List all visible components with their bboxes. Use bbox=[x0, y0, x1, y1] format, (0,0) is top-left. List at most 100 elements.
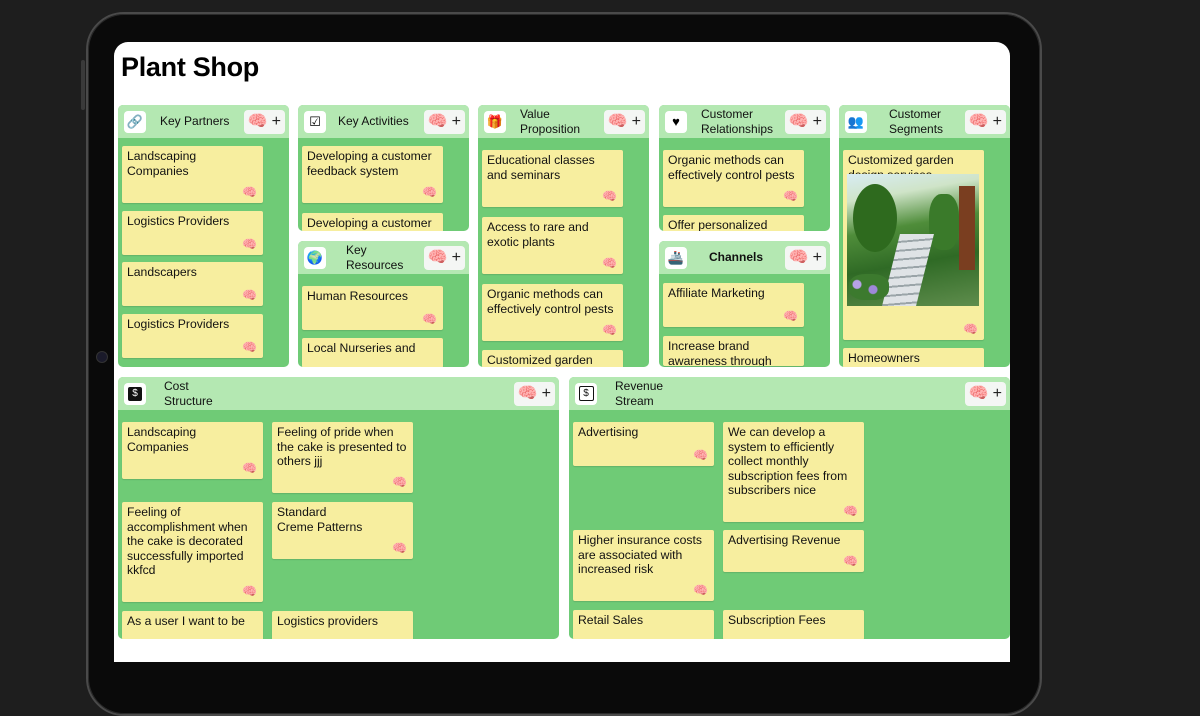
plus-icon[interactable]: + bbox=[452, 248, 461, 268]
camera-dot bbox=[96, 351, 108, 363]
gift-icon: 🎁 bbox=[484, 110, 506, 133]
block-key-resources: 🌍 Key Resources 🧠 + Human Resources 🧠 Loc… bbox=[298, 241, 469, 367]
block-header: 🎁 Value Proposition 🧠 + bbox=[478, 105, 649, 138]
plus-icon[interactable]: + bbox=[542, 384, 551, 404]
card[interactable]: Logistics Providers 🧠 bbox=[122, 211, 263, 255]
card[interactable]: We can develop a system to efficiently c… bbox=[723, 422, 864, 522]
brain-icon[interactable]: 🧠 bbox=[428, 248, 448, 268]
dollar-icon: $ bbox=[575, 382, 597, 405]
card[interactable]: Homeowners bbox=[843, 348, 984, 367]
brain-icon[interactable]: 🧠 bbox=[969, 384, 989, 404]
card[interactable]: Developing a customer bbox=[302, 213, 443, 231]
ship-icon: 🚢 bbox=[665, 246, 687, 269]
brain-icon[interactable]: 🧠 bbox=[843, 504, 858, 519]
block-tools: 🧠 + bbox=[784, 245, 826, 270]
block-title: Key Partners bbox=[160, 114, 230, 128]
heart-icon: ♥ bbox=[665, 110, 687, 133]
plus-icon[interactable]: + bbox=[272, 112, 281, 132]
brain-icon[interactable]: 🧠 bbox=[602, 256, 617, 271]
card[interactable]: Offer personalized bbox=[663, 215, 804, 231]
card[interactable]: Organic methods can effectively control … bbox=[482, 284, 623, 341]
block-header: $ Cost Structure 🧠 + bbox=[118, 377, 559, 410]
block-header: $ Revenue Stream 🧠 + bbox=[569, 377, 1010, 410]
card[interactable]: Increase brand awareness through bbox=[663, 336, 804, 366]
card[interactable]: Advertising 🧠 bbox=[573, 422, 714, 466]
block-tools: 🧠 + bbox=[784, 109, 826, 134]
card[interactable]: Landscaping Companies 🧠 bbox=[122, 146, 263, 203]
plus-icon[interactable]: + bbox=[452, 112, 461, 132]
card[interactable]: Educational classes and seminars 🧠 bbox=[482, 150, 623, 207]
card[interactable]: Feeling of pride when the cake is presen… bbox=[272, 422, 413, 493]
card[interactable]: Retail Sales bbox=[573, 610, 714, 639]
brain-icon[interactable]: 🧠 bbox=[783, 309, 798, 324]
people-icon: 👥 bbox=[845, 110, 867, 133]
brain-icon[interactable]: 🧠 bbox=[518, 384, 538, 404]
brain-icon[interactable]: 🧠 bbox=[392, 541, 407, 556]
card[interactable]: Customized garden design services 🧠 bbox=[843, 150, 984, 340]
brain-icon[interactable]: 🧠 bbox=[783, 189, 798, 204]
brain-icon[interactable]: 🧠 bbox=[248, 112, 268, 132]
brain-icon[interactable]: 🧠 bbox=[963, 322, 978, 337]
block-title: Value Proposition bbox=[520, 106, 581, 136]
card[interactable]: Landscaping Companies 🧠 bbox=[122, 422, 263, 479]
block-header: ☑ Key Activities 🧠 + bbox=[298, 105, 469, 138]
block-title: Revenue Stream bbox=[615, 378, 664, 408]
block-tools: 🧠 + bbox=[243, 109, 285, 134]
plus-icon[interactable]: + bbox=[813, 248, 822, 268]
card[interactable]: Customized garden bbox=[482, 350, 623, 367]
block-customer-relationships: ♥ Customer Relationships 🧠 + Organic met… bbox=[659, 105, 830, 231]
brain-icon[interactable]: 🧠 bbox=[693, 583, 708, 598]
card[interactable]: Local Nurseries and bbox=[302, 338, 443, 367]
card[interactable]: Higher insurance costs are associated wi… bbox=[573, 530, 714, 601]
card[interactable]: Advertising Revenue 🧠 bbox=[723, 530, 864, 572]
card[interactable]: Human Resources 🧠 bbox=[302, 286, 443, 330]
plus-icon[interactable]: + bbox=[813, 112, 822, 132]
dollar-icon: $ bbox=[124, 382, 146, 405]
plus-icon[interactable]: + bbox=[632, 112, 641, 132]
brain-icon[interactable]: 🧠 bbox=[242, 340, 257, 355]
brain-icon[interactable]: 🧠 bbox=[602, 323, 617, 338]
brain-icon[interactable]: 🧠 bbox=[602, 189, 617, 204]
brain-icon[interactable]: 🧠 bbox=[392, 475, 407, 490]
block-tools: 🧠 + bbox=[964, 109, 1006, 134]
checkbox-icon: ☑ bbox=[304, 110, 326, 133]
card[interactable]: Landscapers 🧠 bbox=[122, 262, 263, 306]
card[interactable]: Feeling of accomplishment when the cake … bbox=[122, 502, 263, 602]
brain-icon[interactable]: 🧠 bbox=[242, 461, 257, 476]
brain-icon[interactable]: 🧠 bbox=[789, 248, 809, 268]
block-key-activities: ☑ Key Activities 🧠 + Developing a custom… bbox=[298, 105, 469, 231]
card[interactable]: Logistics providers bbox=[272, 611, 413, 639]
card[interactable]: Affiliate Marketing 🧠 bbox=[663, 283, 804, 327]
block-header: ♥ Customer Relationships 🧠 + bbox=[659, 105, 830, 138]
block-title: Cost Structure bbox=[164, 378, 213, 408]
brain-icon[interactable]: 🧠 bbox=[693, 448, 708, 463]
block-tools: 🧠 + bbox=[603, 109, 645, 134]
brain-icon[interactable]: 🧠 bbox=[242, 584, 257, 599]
brain-icon[interactable]: 🧠 bbox=[422, 185, 437, 200]
block-tools: 🧠 + bbox=[964, 381, 1006, 406]
brain-icon[interactable]: 🧠 bbox=[789, 112, 809, 132]
brain-icon[interactable]: 🧠 bbox=[422, 312, 437, 327]
page-title: Plant Shop bbox=[121, 52, 259, 82]
brain-icon[interactable]: 🧠 bbox=[969, 112, 989, 132]
brain-icon[interactable]: 🧠 bbox=[242, 185, 257, 200]
block-revenue-stream: $ Revenue Stream 🧠 + Advertising 🧠 We can… bbox=[569, 377, 1010, 639]
block-key-partners: 🔗 Key Partners 🧠 + Landscaping Companies… bbox=[118, 105, 289, 367]
plus-icon[interactable]: + bbox=[993, 112, 1002, 132]
card[interactable]: Access to rare and exotic plants 🧠 bbox=[482, 217, 623, 274]
block-tools: 🧠 + bbox=[423, 245, 465, 270]
brain-icon[interactable]: 🧠 bbox=[843, 554, 858, 569]
brain-icon[interactable]: 🧠 bbox=[428, 112, 448, 132]
block-tools: 🧠 + bbox=[423, 109, 465, 134]
plus-icon[interactable]: + bbox=[993, 384, 1002, 404]
brain-icon[interactable]: 🧠 bbox=[242, 237, 257, 252]
card[interactable]: Logistics Providers 🧠 bbox=[122, 314, 263, 358]
brain-icon[interactable]: 🧠 bbox=[608, 112, 628, 132]
card[interactable]: Subscription Fees bbox=[723, 610, 864, 639]
card[interactable]: Organic methods can effectively control … bbox=[663, 150, 804, 207]
block-cost-structure: $ Cost Structure 🧠 + Landscaping Compani… bbox=[118, 377, 559, 639]
card[interactable]: Standard Creme Patterns 🧠 bbox=[272, 502, 413, 559]
card[interactable]: Developing a customer feedback system 🧠 bbox=[302, 146, 443, 203]
card[interactable]: As a user I want to be bbox=[122, 611, 263, 639]
brain-icon[interactable]: 🧠 bbox=[242, 288, 257, 303]
